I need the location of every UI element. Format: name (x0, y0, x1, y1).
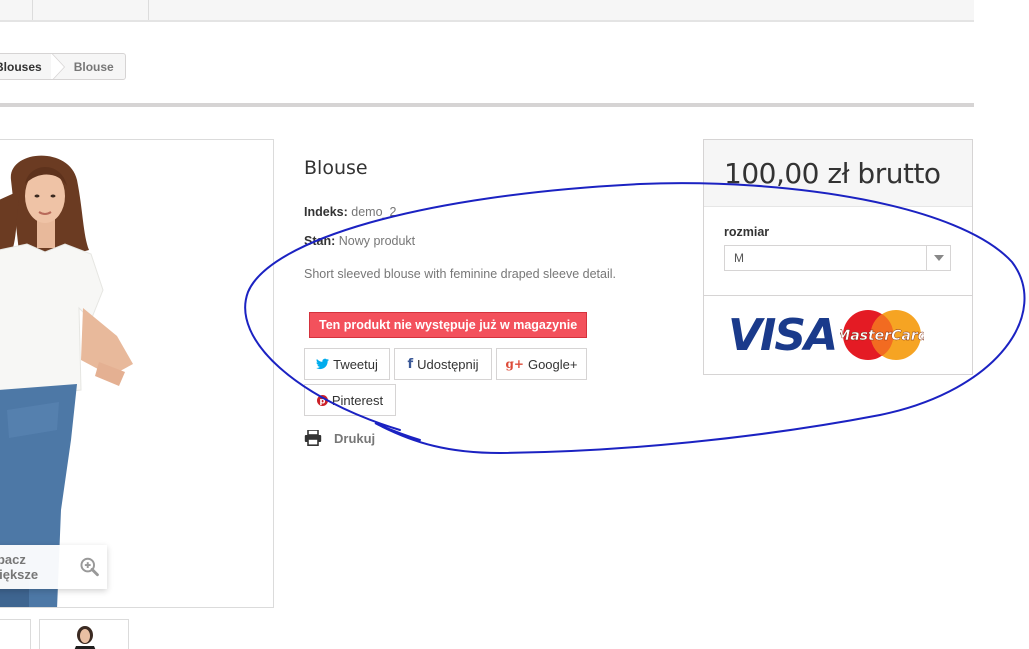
view-larger-button[interactable]: obacz większe (0, 545, 107, 589)
svg-text:p: p (319, 395, 325, 405)
size-select[interactable]: M (724, 245, 951, 271)
product-photo (0, 155, 133, 607)
facebook-share-label: Udostępnij (417, 356, 479, 372)
product-price: 100,00 zł brutto (724, 156, 941, 190)
breadcrumb-separator (50, 54, 74, 79)
mastercard-label: MasterCard (840, 328, 924, 344)
buy-box: 100,00 zł brutto rozmiar M VISA MasterCa… (703, 139, 973, 375)
breadcrumb: Blouses Blouse (0, 53, 126, 80)
price-area: 100,00 zł brutto (704, 140, 972, 207)
mastercard-logo: MasterCard (840, 310, 924, 360)
print-link[interactable]: Drukuj (304, 430, 375, 446)
pinterest-button[interactable]: p Pinterest (304, 384, 396, 416)
pinterest-icon: p (316, 394, 328, 406)
page-divider (0, 103, 974, 107)
google-plus-button[interactable]: g+ Google+ (496, 348, 587, 380)
size-label: rozmiar (724, 225, 770, 239)
twitter-icon (316, 358, 330, 370)
google-plus-label: Google+ (527, 356, 578, 372)
out-of-stock-badge: Ten produkt nie występuje już w magazyni… (309, 312, 588, 338)
thumbnail[interactable] (39, 619, 129, 649)
product-condition: Stan: Nowy produkt (304, 234, 415, 248)
attributes-area: rozmiar M (704, 207, 972, 296)
thumbnail-photo (74, 626, 96, 649)
printer-icon (304, 430, 322, 446)
size-selected-value: M (734, 251, 744, 265)
tweet-label: Tweetuj (333, 356, 378, 372)
thumbnail[interactable] (0, 619, 31, 649)
top-strip-divider (32, 0, 33, 20)
pinterest-label: Pinterest (331, 392, 384, 408)
product-image-frame[interactable]: obacz większe (0, 139, 274, 608)
tweet-button[interactable]: Tweetuj (304, 348, 390, 380)
top-strip (0, 0, 974, 22)
print-label: Drukuj (334, 430, 376, 446)
breadcrumb-current: Blouse (73, 59, 114, 74)
google-plus-icon: g+ (505, 357, 524, 371)
condition-value: Nowy produkt (338, 234, 416, 248)
payment-logos: VISA MasterCard (704, 296, 972, 374)
chevron-down-icon (926, 246, 950, 270)
visa-logo: VISA (728, 309, 838, 361)
top-strip-divider (148, 0, 149, 20)
condition-label: Stan: (304, 234, 336, 248)
facebook-share-button[interactable]: f Udostępnij (394, 348, 492, 380)
product-title: Blouse (304, 157, 368, 179)
view-larger-label: obacz większe (0, 552, 39, 582)
reference-value: demo_2 (351, 205, 397, 219)
product-short-description: Short sleeved blouse with feminine drape… (304, 267, 616, 281)
product-reference: Indeks: demo_2 (304, 205, 396, 219)
reference-label: Indeks: (304, 205, 348, 219)
facebook-icon: f (407, 356, 414, 372)
breadcrumb-link-blouses[interactable]: Blouses (0, 54, 56, 79)
zoom-in-icon (80, 557, 99, 577)
